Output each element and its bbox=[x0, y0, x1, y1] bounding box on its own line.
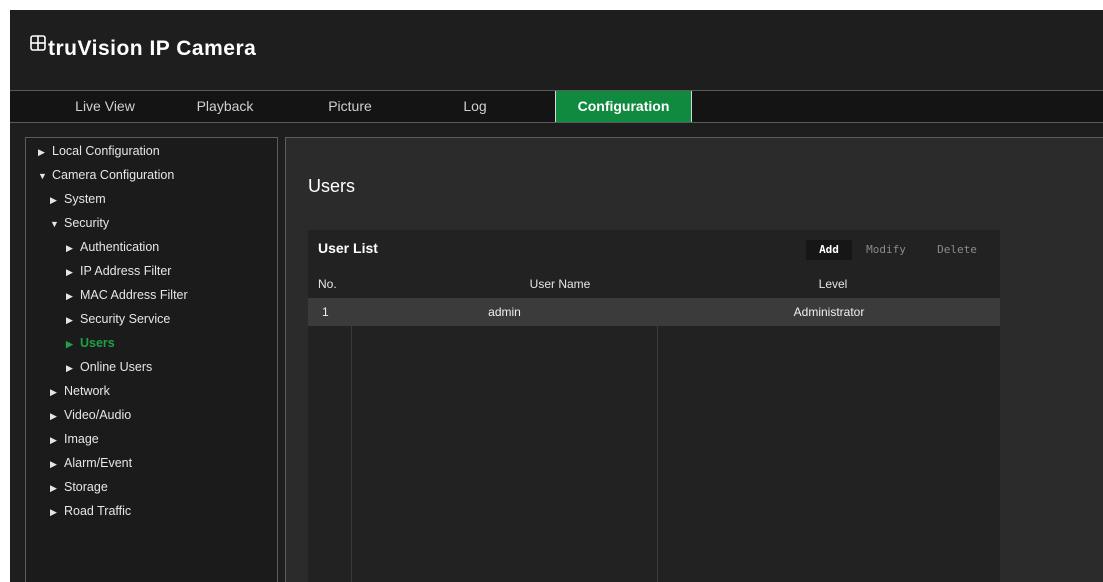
tree-item-label: Online Users bbox=[80, 360, 153, 374]
add-button[interactable]: Add bbox=[806, 240, 852, 260]
tree-item-system[interactable]: ▶ System bbox=[50, 188, 106, 210]
column-header-level: Level bbox=[818, 277, 848, 291]
cell-level: Administrator bbox=[793, 305, 865, 319]
caret-right-icon: ▶ bbox=[38, 147, 45, 157]
tree-item-label: Security Service bbox=[80, 312, 171, 326]
tree-item-label: MAC Address Filter bbox=[80, 288, 188, 302]
tree-item-authentication[interactable]: ▶ Authentication bbox=[66, 236, 159, 258]
tree-item-camera-configuration[interactable]: ▼ Camera Configuration bbox=[38, 164, 174, 186]
caret-right-icon: ▶ bbox=[50, 459, 57, 469]
tree-item-label: Storage bbox=[64, 480, 108, 494]
tree-item-alarm-event[interactable]: ▶ Alarm/Event bbox=[50, 452, 132, 474]
tree-item-label: Alarm/Event bbox=[64, 456, 133, 470]
tree-item-label: System bbox=[64, 192, 106, 206]
delete-button[interactable]: Delete bbox=[920, 240, 994, 260]
app-frame: truVision IP Camera Live View Playback P… bbox=[10, 10, 1103, 582]
caret-right-icon: ▶ bbox=[50, 195, 57, 205]
tree-item-security-service[interactable]: ▶ Security Service bbox=[66, 308, 170, 330]
header: truVision IP Camera bbox=[10, 10, 1103, 90]
tree-item-users[interactable]: ▶ Users bbox=[66, 332, 115, 354]
tree-item-video-audio[interactable]: ▶ Video/Audio bbox=[50, 404, 131, 426]
tree-item-label: Road Traffic bbox=[64, 504, 132, 518]
caret-right-icon: ▶ bbox=[66, 339, 73, 349]
caret-down-icon: ▼ bbox=[50, 219, 59, 229]
column-header-user-name: User Name bbox=[529, 277, 591, 291]
caret-right-icon: ▶ bbox=[50, 435, 57, 445]
caret-right-icon: ▶ bbox=[50, 507, 57, 517]
logo-icon bbox=[30, 35, 46, 51]
tree-item-image[interactable]: ▶ Image bbox=[50, 428, 99, 450]
main-nav: Live View Playback Picture Log Configura… bbox=[10, 90, 1103, 123]
tree-item-storage[interactable]: ▶ Storage bbox=[50, 476, 108, 498]
panel-title: User List bbox=[318, 240, 378, 256]
tree-item-ip-address-filter[interactable]: ▶ IP Address Filter bbox=[66, 260, 171, 282]
table-row[interactable]: 1 admin Administrator bbox=[308, 298, 1000, 326]
tree-item-online-users[interactable]: ▶ Online Users bbox=[66, 356, 152, 378]
caret-right-icon: ▶ bbox=[66, 291, 73, 301]
cell-no: 1 bbox=[322, 305, 329, 319]
tree-item-label: Camera Configuration bbox=[52, 168, 175, 182]
column-header-no: No. bbox=[318, 277, 337, 291]
tab-log[interactable]: Log bbox=[400, 91, 550, 122]
logo: truVision IP Camera bbox=[30, 35, 256, 61]
caret-right-icon: ▶ bbox=[50, 411, 57, 421]
tree-item-label: Users bbox=[80, 336, 115, 350]
tree-item-local-configuration[interactable]: ▶ Local Configuration bbox=[38, 140, 160, 162]
tree-item-road-traffic[interactable]: ▶ Road Traffic bbox=[50, 500, 131, 522]
caret-right-icon: ▶ bbox=[66, 243, 73, 253]
tree-item-label: Security bbox=[64, 216, 110, 230]
column-divider bbox=[657, 298, 658, 582]
modify-button[interactable]: Modify bbox=[854, 240, 918, 260]
logo-text: truVision IP Camera bbox=[48, 37, 257, 60]
column-divider bbox=[351, 298, 352, 582]
page-title: Users bbox=[308, 176, 356, 196]
tree-item-network[interactable]: ▶ Network bbox=[50, 380, 110, 402]
tree-item-label: Video/Audio bbox=[64, 408, 132, 422]
caret-down-icon: ▼ bbox=[38, 171, 47, 181]
caret-right-icon: ▶ bbox=[66, 363, 73, 373]
caret-right-icon: ▶ bbox=[50, 483, 57, 493]
tree-item-label: Authentication bbox=[80, 240, 160, 254]
tree-item-label: Image bbox=[64, 432, 99, 446]
user-list-panel: User List Add Modify Delete No. User Nam… bbox=[308, 230, 1000, 582]
caret-right-icon: ▶ bbox=[50, 387, 57, 397]
tree-item-label: IP Address Filter bbox=[80, 264, 172, 278]
tree-item-label: Network bbox=[64, 384, 110, 398]
main-panel: Users User List Add Modify Delete No. Us… bbox=[285, 137, 1103, 582]
tree-item-mac-address-filter[interactable]: ▶ MAC Address Filter bbox=[66, 284, 188, 306]
tree-item-label: Local Configuration bbox=[52, 144, 160, 158]
caret-right-icon: ▶ bbox=[66, 267, 73, 277]
cell-user-name: admin bbox=[488, 305, 521, 319]
caret-right-icon: ▶ bbox=[66, 315, 73, 325]
tree-item-security[interactable]: ▼ Security bbox=[50, 212, 109, 234]
config-tree: ▶ Local Configuration ▼ Camera Configurati… bbox=[25, 137, 278, 582]
tab-configuration[interactable]: Configuration bbox=[555, 91, 692, 122]
